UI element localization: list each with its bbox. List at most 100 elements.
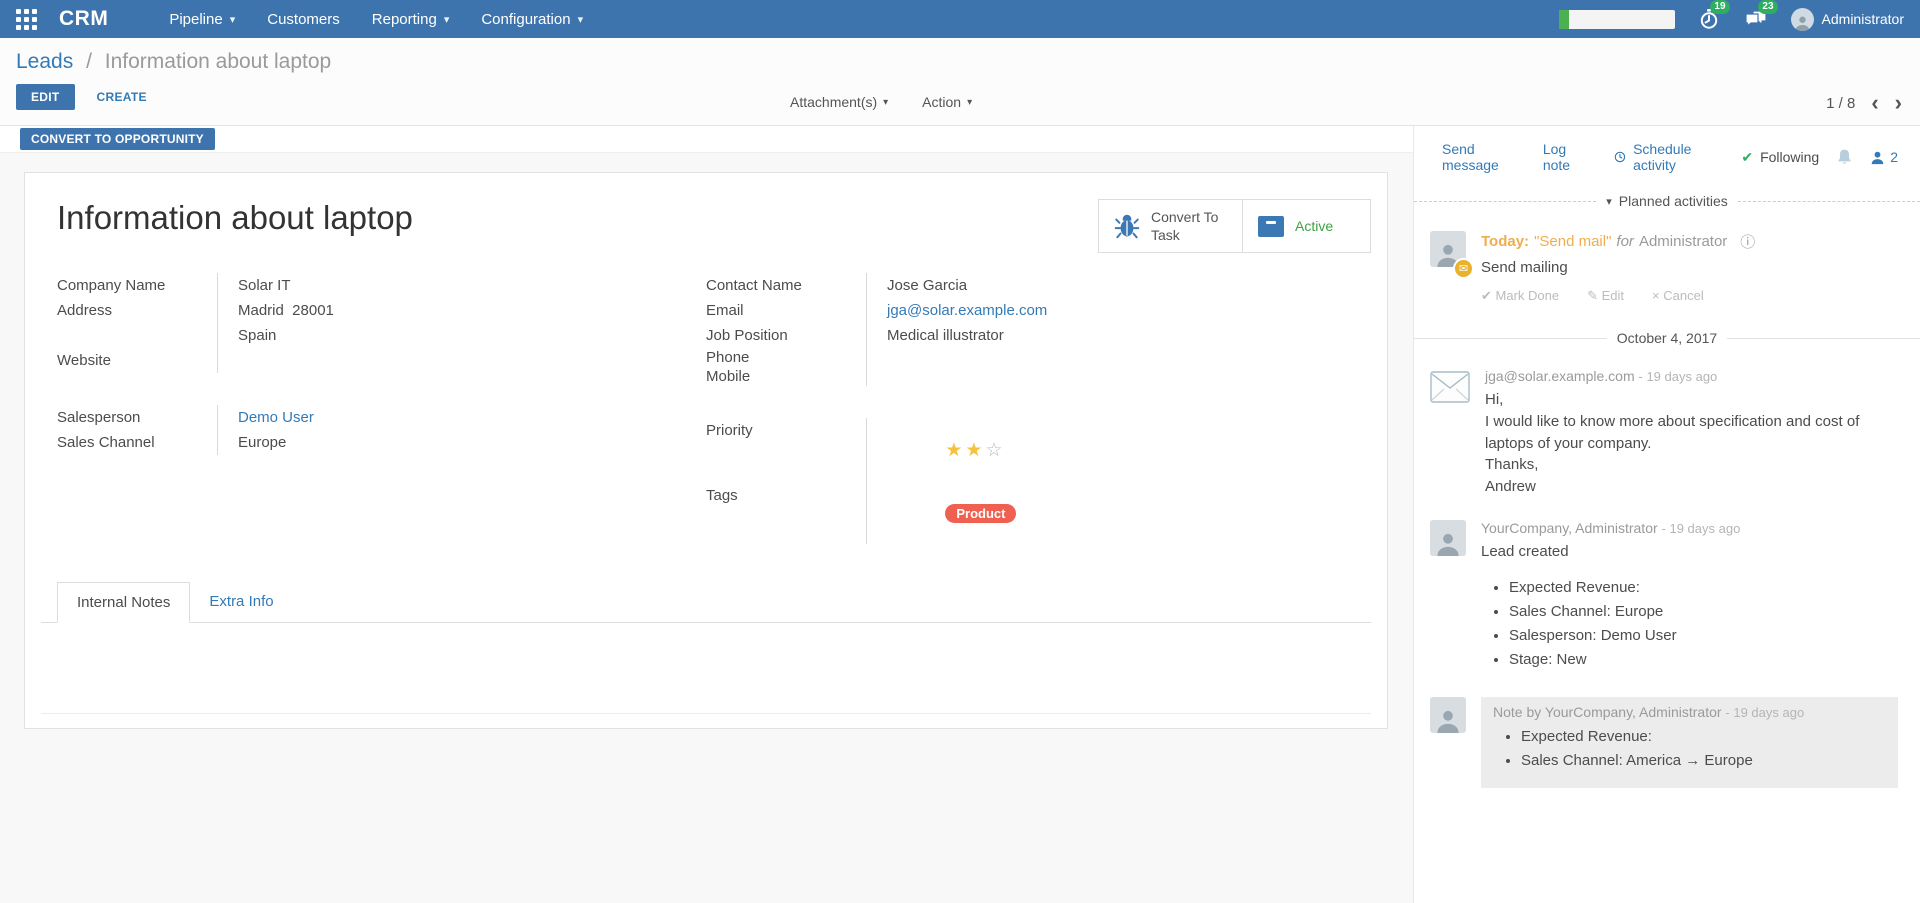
activities-count-badge: 19 [1710, 0, 1729, 14]
messages-count-badge: 23 [1758, 0, 1777, 14]
tracking-values-list: Expected Revenue: Sales Channel: Europe … [1481, 579, 1898, 668]
contact-block: Contact Name Jose Garcia Email jga@solar… [706, 273, 1306, 386]
action-dropdown[interactable]: Action ▾ [922, 94, 972, 110]
message-content: YourCompany, Administrator - 19 days ago… [1481, 520, 1898, 675]
message-header: jga@solar.example.com - 19 days ago [1485, 368, 1898, 384]
mark-done-label: Mark Done [1496, 288, 1560, 303]
messages-chat-icon[interactable]: 23 [1743, 5, 1771, 33]
control-panel: Leads / Information about laptop EDIT CR… [0, 38, 1920, 126]
field-value-company-name: Solar IT [217, 273, 657, 298]
separator-line [1727, 338, 1920, 339]
convert-to-opportunity-button[interactable]: CONVERT TO OPPORTUNITY [20, 128, 215, 150]
breadcrumb-leads-link[interactable]: Leads [16, 50, 73, 73]
breadcrumb-current: Information about laptop [105, 50, 332, 73]
pager-next-icon[interactable]: › [1895, 92, 1902, 114]
note-content: Note by YourCompany, Administrator - 19 … [1481, 697, 1898, 788]
field-label-contact-name: Contact Name [706, 273, 866, 298]
tab-internal-notes[interactable]: Internal Notes [57, 582, 190, 623]
activities-timer-icon[interactable]: 19 [1695, 5, 1723, 33]
field-label-company-name: Company Name [57, 273, 217, 298]
convert-to-task-button[interactable]: Convert To Task [1099, 200, 1242, 252]
field-groups: Company Name Solar IT Address Madrid 280… [57, 273, 1355, 576]
convert-to-task-label: Convert To Task [1151, 208, 1227, 244]
activity-header: Today: "Send mail" for Administrator ⓘ [1481, 231, 1898, 252]
menu-customers[interactable]: Customers [254, 0, 353, 38]
sheet-divider [41, 713, 1371, 714]
menu-configuration[interactable]: Configuration ▾ [468, 0, 596, 38]
check-icon: ✔ [1741, 149, 1753, 166]
tag-product: Product [945, 504, 1016, 523]
tracking-value: Salesperson: Demo User [1509, 627, 1898, 644]
active-toggle-button[interactable]: Active [1242, 200, 1370, 252]
internal-notes-content[interactable] [41, 623, 1371, 713]
field-label-mobile: Mobile [706, 367, 866, 386]
schedule-activity-button[interactable]: Schedule activity [1614, 141, 1711, 173]
message-author: YourCompany, Administrator [1481, 520, 1658, 536]
progress-bar [1559, 10, 1675, 29]
bell-icon[interactable] [1836, 148, 1853, 166]
salesperson-link[interactable]: Demo User [238, 409, 314, 426]
message-line: I would like to know more about specific… [1485, 411, 1898, 455]
menu-pipeline[interactable]: Pipeline ▾ [156, 0, 248, 38]
email-link[interactable]: jga@solar.example.com [887, 302, 1047, 319]
chevron-down-icon: ▾ [883, 97, 888, 108]
cancel-activity-button[interactable]: × Cancel [1652, 288, 1704, 304]
message-header: YourCompany, Administrator - 19 days ago [1481, 520, 1898, 536]
field-label-priority: Priority [706, 418, 866, 483]
message-email: jga@solar.example.com - 19 days ago Hi, … [1414, 368, 1920, 498]
field-label-tags: Tags [706, 483, 866, 544]
apps-grid-icon[interactable] [16, 9, 37, 30]
chevron-down-icon: ▾ [578, 13, 584, 26]
left-field-column: Company Name Solar IT Address Madrid 280… [57, 273, 706, 576]
info-icon[interactable]: ⓘ [1740, 231, 1755, 252]
user-menu[interactable]: Administrator [1791, 8, 1904, 31]
activity-actions: ✔ Mark Done ✎ Edit × Cancel [1481, 288, 1898, 304]
following-toggle[interactable]: ✔ Following [1741, 149, 1819, 166]
followers-button[interactable]: 2 [1870, 149, 1898, 165]
app-brand[interactable]: CRM [59, 7, 108, 31]
stat-buttons: Convert To Task Active [1098, 199, 1371, 253]
field-value-city-zip: Madrid 28001 [217, 298, 657, 323]
activity-summary: "Send mail" [1534, 233, 1611, 250]
field-value-job-position: Medical illustrator [866, 323, 1306, 348]
message-header: Note by YourCompany, Administrator - 19 … [1493, 704, 1886, 720]
tracking-value: Sales Channel: America → Europe [1521, 752, 1886, 769]
cancel-activity-label: Cancel [1663, 288, 1703, 303]
edit-activity-button[interactable]: ✎ Edit [1587, 288, 1624, 304]
field-value-mobile [866, 367, 1306, 386]
message-line: Thanks, [1485, 454, 1898, 476]
menu-customers-label: Customers [267, 11, 340, 28]
field-value-email: jga@solar.example.com [866, 298, 1306, 323]
edit-button[interactable]: EDIT [16, 84, 75, 110]
tracking-values-list: Expected Revenue: Sales Channel: America… [1493, 728, 1886, 769]
chevron-down-icon: ▾ [1606, 195, 1612, 208]
sidebar-dropdowns: Attachment(s) ▾ Action ▾ [790, 94, 972, 110]
planned-activities-toggle[interactable]: ▾ Planned activities [1414, 193, 1920, 209]
chatter-toolbar-right: ✔ Following 2 [1741, 148, 1898, 166]
person-icon [1870, 150, 1885, 165]
pager-previous-icon[interactable]: ‹ [1871, 92, 1878, 114]
field-value-priority: ★★☆ [866, 418, 1306, 483]
following-label: Following [1760, 149, 1819, 165]
tab-extra-info[interactable]: Extra Info [190, 582, 292, 623]
field-value-website [217, 348, 657, 373]
field-value-contact-name: Jose Garcia [866, 273, 1306, 298]
chevron-down-icon: ▾ [967, 97, 972, 108]
record-pager: 1 / 8 ‹ › [1826, 92, 1902, 114]
field-label-job-position: Job Position [706, 323, 866, 348]
attachments-dropdown[interactable]: Attachment(s) ▾ [790, 94, 888, 110]
activity-avatar-wrap: ✉ [1430, 231, 1466, 277]
field-value-sales-channel: Europe [217, 430, 657, 455]
create-button[interactable]: CREATE [91, 89, 153, 105]
field-label-sales-channel: Sales Channel [57, 430, 217, 455]
menu-reporting-label: Reporting [372, 11, 437, 28]
menu-reporting[interactable]: Reporting ▾ [359, 0, 463, 38]
log-note-button[interactable]: Log note [1543, 141, 1584, 173]
priority-stars[interactable]: ★★☆ [945, 440, 1005, 461]
send-message-button[interactable]: Send message [1442, 141, 1513, 173]
planned-activity-item: ✉ Today: "Send mail" for Administrator ⓘ… [1414, 231, 1920, 304]
menu-pipeline-label: Pipeline [169, 11, 222, 28]
mark-done-button[interactable]: ✔ Mark Done [1481, 288, 1559, 304]
tracking-value: Expected Revenue: [1521, 728, 1886, 745]
chatter: Send message Log note Schedule activity … [1413, 126, 1920, 903]
